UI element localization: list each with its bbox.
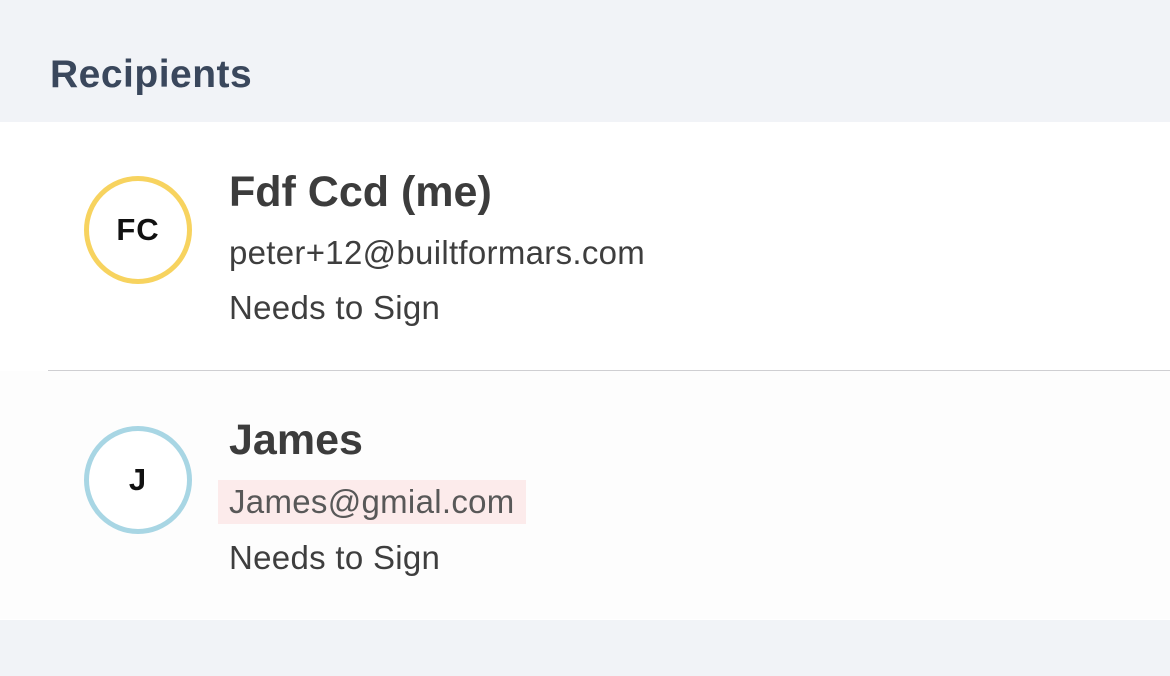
avatar-initials: FC <box>116 212 160 247</box>
recipient-status: Needs to Sign <box>229 289 441 326</box>
section-header: Recipients <box>0 0 1170 122</box>
recipients-screen: Recipients FC Fdf Ccd (me) peter+12@buil… <box>0 0 1170 676</box>
recipient-email: James@gmial.com <box>218 480 526 524</box>
avatar: FC <box>84 176 192 284</box>
section-title: Recipients <box>50 53 253 96</box>
recipient-email: peter+12@builtformars.com <box>229 234 646 271</box>
recipient-name: Fdf Ccd (me) <box>229 168 492 216</box>
avatar-initials: J <box>128 462 148 497</box>
recipient-list: FC Fdf Ccd (me) peter+12@builtformars.co… <box>0 122 1170 620</box>
recipient-name: James <box>229 416 363 464</box>
recipient-row[interactable]: J James James@gmial.com Needs to Sign <box>0 371 1170 619</box>
avatar: J <box>84 426 192 534</box>
recipient-row[interactable]: FC Fdf Ccd (me) peter+12@builtformars.co… <box>0 122 1170 370</box>
recipient-status: Needs to Sign <box>229 539 441 576</box>
